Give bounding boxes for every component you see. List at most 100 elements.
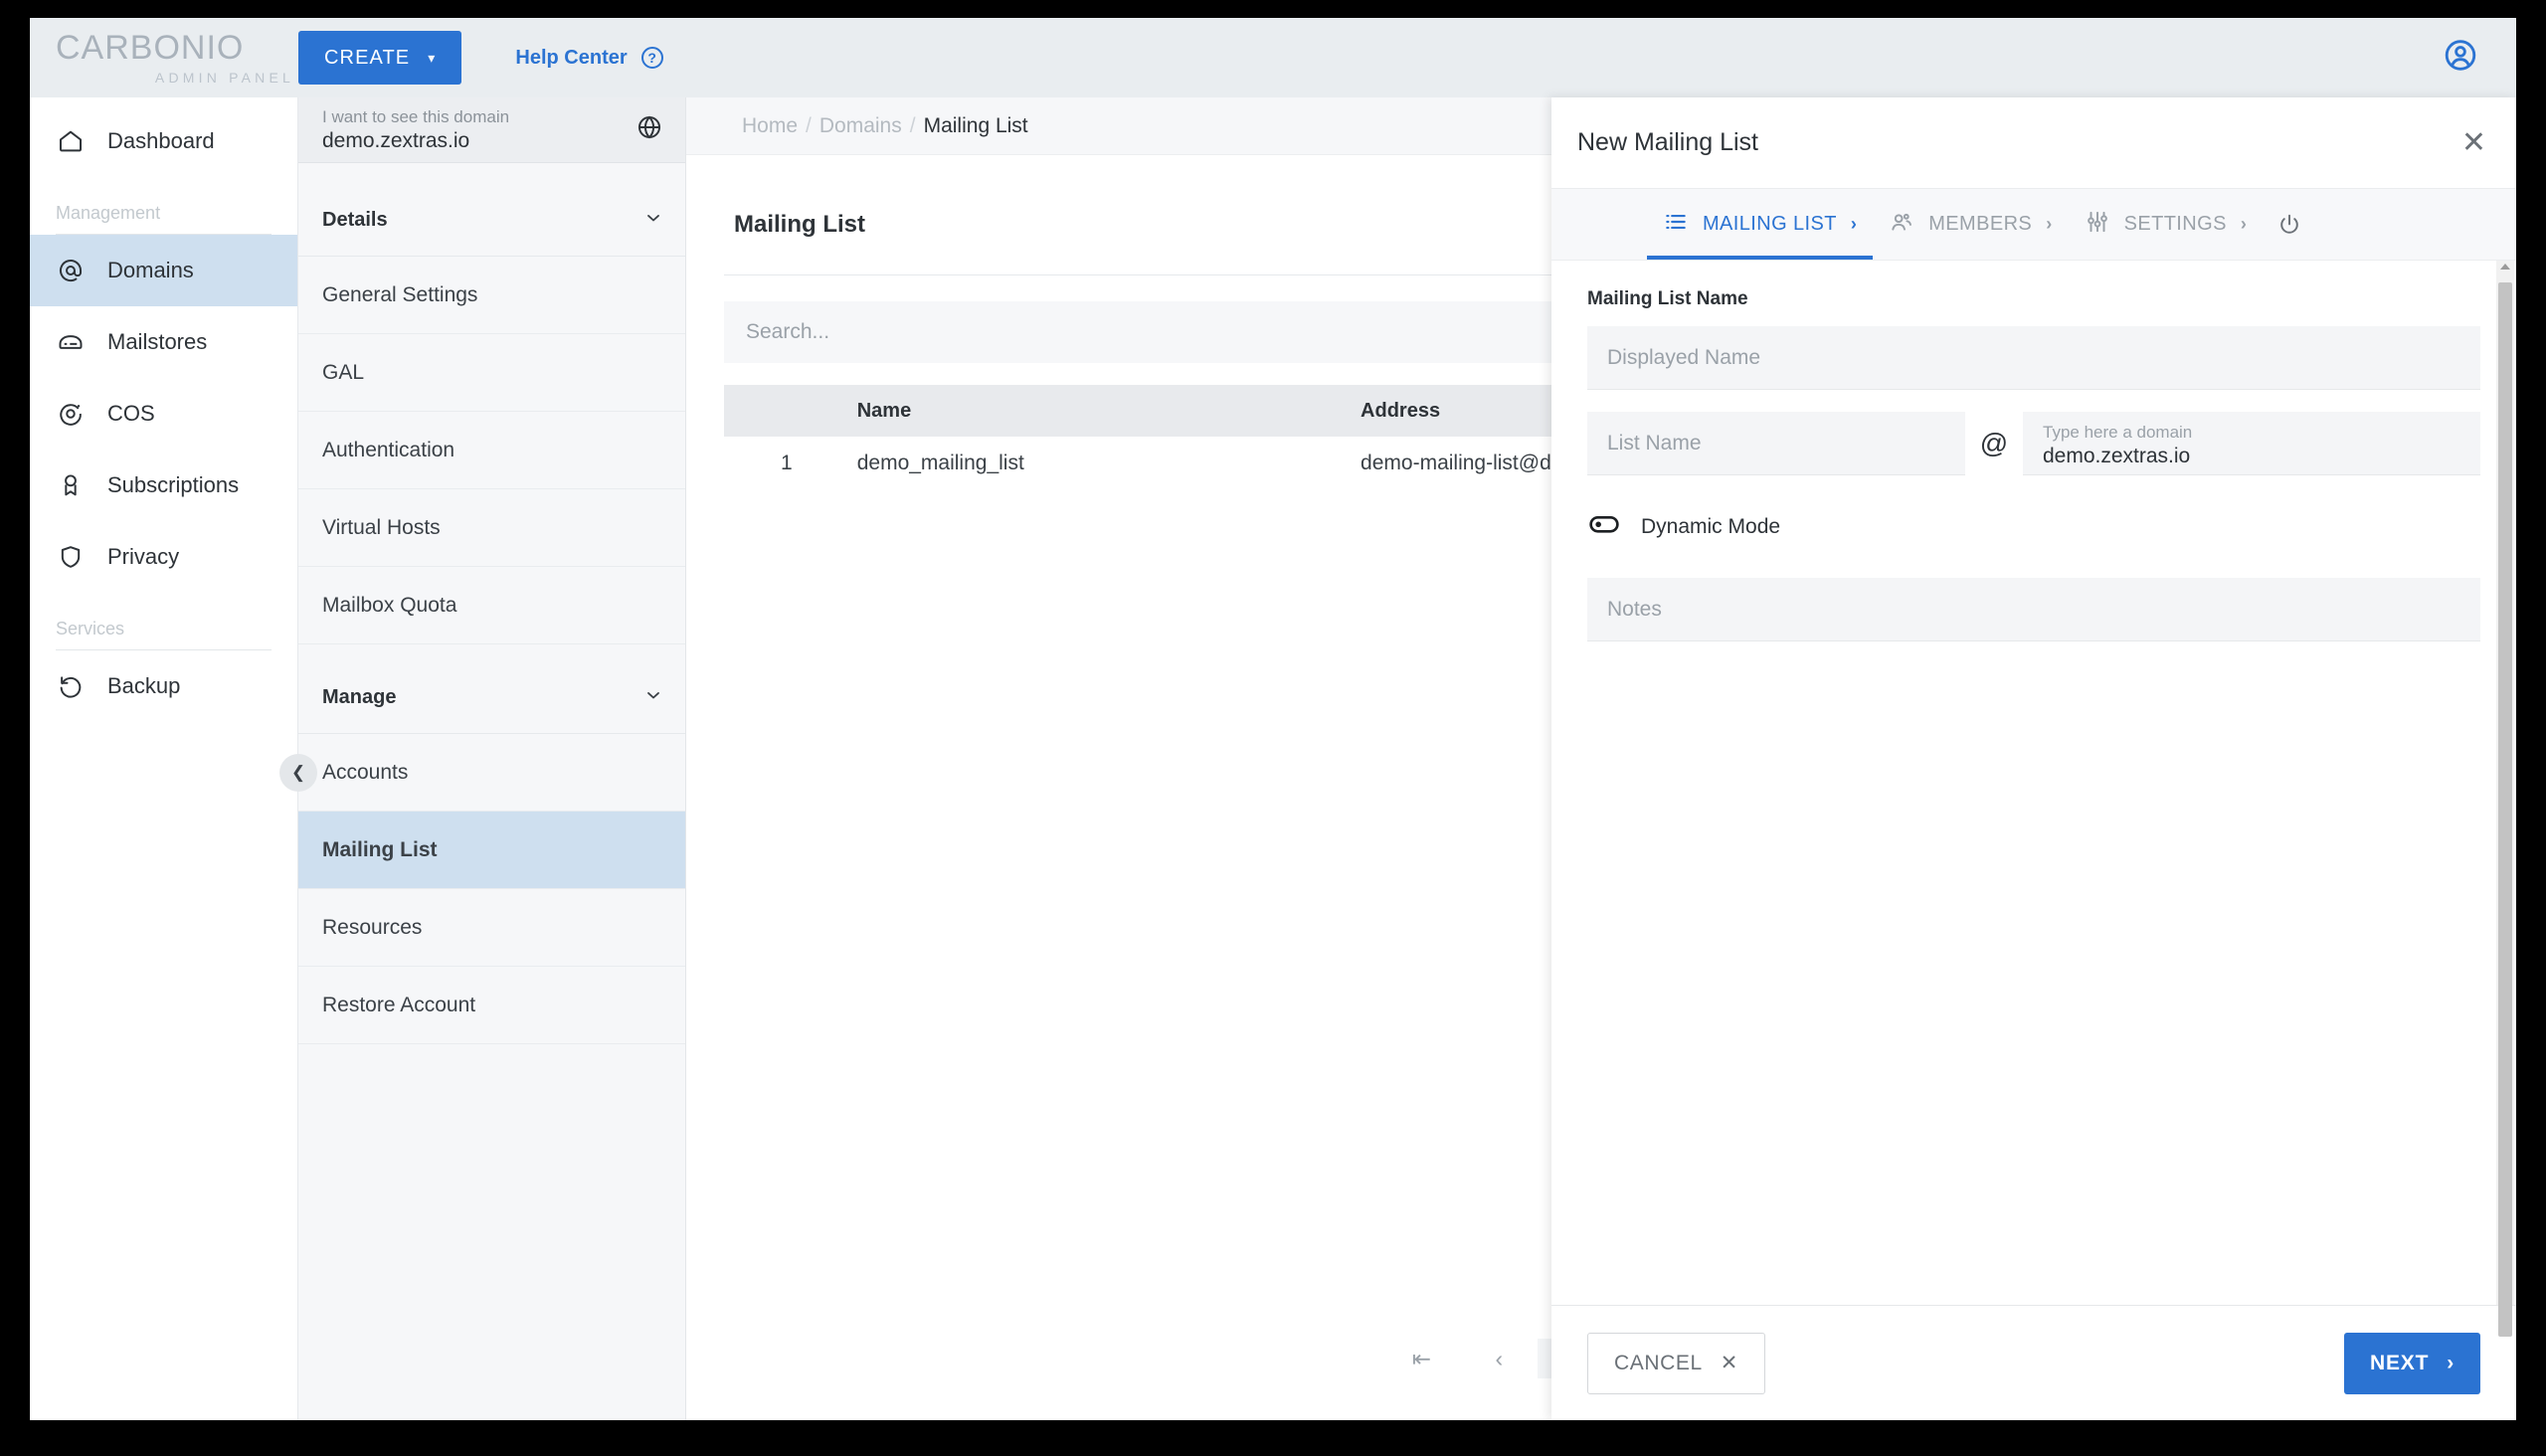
- row-name: demo_mailing_list: [856, 452, 1024, 474]
- panel2-item-virtual-hosts[interactable]: Virtual Hosts: [298, 489, 685, 567]
- displayed-name-input[interactable]: Displayed Name: [1587, 326, 2480, 390]
- close-icon[interactable]: ✕: [2461, 127, 2486, 158]
- sidebar-item-label: Backup: [107, 673, 181, 698]
- sidebar-item-dashboard[interactable]: Dashboard: [30, 105, 297, 177]
- list-name-placeholder: List Name: [1607, 431, 1702, 455]
- scroll-up-icon[interactable]: [2500, 264, 2510, 270]
- list-name-input[interactable]: List Name: [1587, 412, 1965, 475]
- list-icon: [1663, 209, 1689, 241]
- chevron-down-icon: [643, 208, 663, 234]
- chevron-right-icon: ›: [2240, 214, 2248, 234]
- breadcrumb-current: Mailing List: [923, 113, 1028, 137]
- sidebar-item-privacy[interactable]: Privacy: [30, 521, 297, 593]
- chevron-right-icon: ›: [2046, 214, 2053, 234]
- dynamic-mode-toggle[interactable]: Dynamic Mode: [1587, 507, 2480, 546]
- badge-icon: [56, 470, 86, 500]
- section-header-manage[interactable]: Manage: [298, 662, 685, 734]
- panel2-item-accounts[interactable]: Accounts: [298, 734, 685, 812]
- tab-label: MAILING LIST: [1703, 213, 1837, 235]
- panel2-item-mailing-list[interactable]: Mailing List: [298, 812, 685, 889]
- people-icon: [1889, 209, 1914, 241]
- notes-input[interactable]: Notes: [1587, 578, 2480, 641]
- panel2-item-gal[interactable]: GAL: [298, 334, 685, 412]
- chevron-left-icon: ❮: [290, 763, 306, 782]
- breadcrumb-home[interactable]: Home: [742, 114, 798, 138]
- new-mailing-list-panel: New Mailing List ✕ MAILING LIST › MEMBER…: [1551, 97, 2516, 1420]
- next-button-label: NEXT: [2369, 1351, 2430, 1374]
- panel-tabs: MAILING LIST › MEMBERS › SETTINGS ›: [1551, 189, 2516, 261]
- sidebar-item-domains[interactable]: Domains: [30, 235, 297, 306]
- panel2-item-resources[interactable]: Resources: [298, 889, 685, 967]
- sidebar-group-label: Management: [56, 203, 161, 223]
- cancel-button[interactable]: CANCEL ✕: [1587, 1332, 1765, 1394]
- at-sign-icon: @: [1979, 428, 2009, 458]
- question-mark-icon: ?: [640, 47, 663, 69]
- cos-icon: [56, 399, 86, 429]
- domain-input[interactable]: Type here a domain demo.zextras.io: [2023, 412, 2480, 475]
- sidebar-item-label: Privacy: [107, 544, 180, 569]
- first-page-icon[interactable]: ⇤: [1382, 1346, 1460, 1372]
- toggle-off-icon: [1587, 507, 1621, 546]
- section-title: Details: [322, 209, 388, 231]
- tab-label: SETTINGS: [2123, 213, 2227, 235]
- panel-form: Mailing List Name Displayed Name List Na…: [1551, 261, 2516, 1337]
- panel2-item-restore-account[interactable]: Restore Account: [298, 967, 685, 1044]
- panel2-item-label: Resources: [322, 915, 423, 939]
- panel2-item-mailbox-quota[interactable]: Mailbox Quota: [298, 567, 685, 644]
- sidebar-group-management: Management: [30, 177, 297, 235]
- sidebar: Dashboard Management Domains Mailstores …: [30, 97, 298, 1420]
- panel-title: New Mailing List: [1577, 128, 1759, 156]
- sidebar-item-label: Subscriptions: [107, 472, 240, 497]
- panel2-item-label: Accounts: [322, 760, 409, 784]
- power-icon[interactable]: [2263, 212, 2316, 238]
- sidebar-item-subscriptions[interactable]: Subscriptions: [30, 450, 297, 521]
- notes-placeholder: Notes: [1607, 597, 1662, 621]
- sidebar-item-label: Dashboard: [107, 128, 215, 153]
- panel-footer: CANCEL ✕ NEXT ›: [1551, 1305, 2516, 1420]
- close-icon: ✕: [1720, 1352, 1738, 1374]
- create-button[interactable]: CREATE ▾: [298, 31, 462, 85]
- panel-collapse-button[interactable]: ❮: [279, 754, 317, 792]
- home-icon: [56, 126, 86, 156]
- domain-selector[interactable]: I want to see this domain demo.zextras.i…: [298, 97, 685, 163]
- chevron-down-icon: [643, 685, 663, 711]
- sidebar-item-backup[interactable]: Backup: [30, 650, 297, 722]
- panel2-item-label: GAL: [322, 360, 365, 384]
- panel2-item-authentication[interactable]: Authentication: [298, 412, 685, 489]
- tab-settings[interactable]: SETTINGS ›: [2069, 189, 2264, 260]
- panel2-item-label: Restore Account: [322, 993, 476, 1016]
- logo-title: CARBONIO: [56, 28, 245, 67]
- sidebar-group-label: Services: [56, 619, 125, 638]
- column-name[interactable]: Name: [848, 385, 1362, 437]
- search-placeholder: Search...: [746, 320, 830, 343]
- section-header-details[interactable]: Details: [298, 185, 685, 257]
- tab-label: MEMBERS: [1928, 213, 2033, 235]
- restore-icon: [56, 671, 86, 701]
- create-button-label: CREATE: [324, 46, 411, 69]
- domain-detail-panel: ❮ I want to see this domain demo.zextras…: [279, 97, 686, 1420]
- sliders-icon: [2085, 209, 2110, 241]
- help-center-label: Help Center: [515, 46, 628, 69]
- account-circle-icon[interactable]: [2443, 38, 2478, 79]
- scrollbar-thumb[interactable]: [2498, 282, 2512, 1337]
- help-center-link[interactable]: Help Center ?: [515, 46, 663, 70]
- form-section-label: Mailing List Name: [1587, 288, 1748, 309]
- sidebar-item-mailstores[interactable]: Mailstores: [30, 306, 297, 378]
- sidebar-item-cos[interactable]: COS: [30, 378, 297, 450]
- sidebar-item-label: Domains: [107, 258, 194, 282]
- next-button[interactable]: NEXT ›: [2343, 1332, 2480, 1394]
- globe-icon[interactable]: [636, 113, 663, 146]
- tab-mailing-list[interactable]: MAILING LIST ›: [1647, 189, 1874, 260]
- domain-value: demo.zextras.io: [322, 128, 470, 152]
- chevron-down-icon: ▾: [428, 49, 437, 66]
- panel2-item-label: General Settings: [322, 282, 478, 306]
- breadcrumb-separator: /: [806, 113, 812, 137]
- prev-page-icon[interactable]: ‹: [1460, 1346, 1538, 1372]
- breadcrumb-domains[interactable]: Domains: [819, 114, 902, 138]
- panel-scrollbar[interactable]: [2496, 261, 2514, 1337]
- chevron-right-icon: ›: [2447, 1351, 2455, 1374]
- column-index: [724, 385, 849, 437]
- tab-members[interactable]: MEMBERS ›: [1873, 189, 2068, 260]
- chevron-right-icon: ›: [1850, 214, 1858, 234]
- panel2-item-general-settings[interactable]: General Settings: [298, 257, 685, 334]
